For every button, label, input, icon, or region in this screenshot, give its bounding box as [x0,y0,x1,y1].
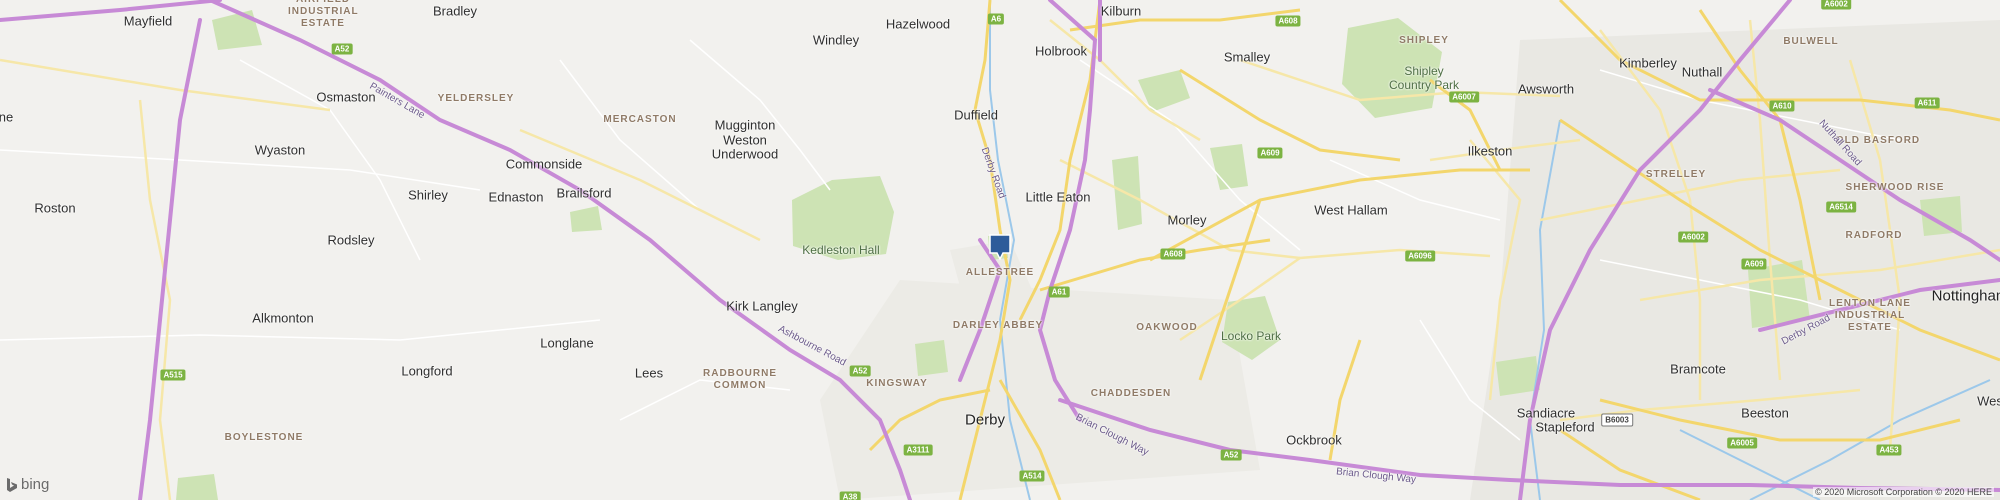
district-label: BULWELL [1783,36,1839,47]
location-pin-icon[interactable] [989,234,1011,261]
district-label: LENTON LANE INDUSTRIAL ESTATE [1829,298,1911,333]
district-label: DARLEY ABBEY [952,320,1044,331]
place-label: Ilkeston [1467,143,1513,159]
park-label: Shipley Country Park [1388,64,1460,92]
road-shield: A52 [331,43,353,55]
road-shield: A608 [1275,15,1301,27]
place-label: Brailsford [556,185,612,201]
place-label: Smalley [1223,49,1271,65]
road-shield: A453 [1876,444,1902,456]
place-label: Longford [401,363,453,379]
place-label: Beeston [1741,405,1789,421]
place-label: Windley [812,32,860,48]
road-shield: A61 [1048,286,1070,298]
road-shield: A6 [987,13,1005,25]
road-shield: A611 [1914,97,1940,109]
place-label: West Hallam [1314,202,1388,218]
bing-logo: bing [6,476,49,493]
district-label: RADFORD [1845,230,1903,241]
place-label: Rodsley [327,232,375,248]
place-label: Holbrook [1034,43,1088,59]
place-label: Kimberley [1619,55,1677,71]
road-shield: B6003 [1601,413,1633,427]
road-shield: A608 [1160,248,1186,260]
bing-brand-text: bing [21,476,50,493]
road-shield: A3111 [903,444,933,456]
district-label: CHADDESDEN [1090,388,1172,399]
bing-icon [7,477,17,492]
road-shield: A6005 [1727,437,1757,449]
place-label: Nottingham [1931,287,2000,305]
district-label: ALLESTREE [965,267,1035,278]
place-label: Hazelwood [885,16,951,32]
road-shield: A52 [1220,449,1242,461]
place-label: Bramcote [1670,361,1726,377]
place-label: Derby [964,411,1006,429]
road-shield: A6002 [1678,231,1708,243]
road-shield: A515 [160,369,186,381]
park-label: Locko Park [1220,329,1282,343]
road-shield: A6096 [1405,250,1435,262]
copyright-text: © 2020 Microsoft Corporation © 2020 HERE [1813,487,1994,497]
place-label: ne [0,109,14,125]
place-label: Sandiacre [1516,405,1576,421]
district-label: AIRFIELD INDUSTRIAL ESTATE [288,0,359,29]
place-label: Mugginton [714,117,776,133]
place-label: Awsworth [1517,81,1575,97]
place-label: Ednaston [488,189,544,205]
road-shield: A38 [839,491,861,500]
district-label: MERCASTON [603,114,677,125]
place-label: Longlane [540,335,594,351]
place-label: Shirley [408,187,448,203]
place-label: Mayfield [123,13,173,29]
district-label: OAKWOOD [1136,322,1198,333]
road-shield: A6007 [1449,91,1479,103]
district-label: KINGSWAY [866,378,928,389]
place-label: Stapleford [1535,419,1595,435]
district-label: YELDERSLEY [437,93,515,104]
place-label: Kilburn [1100,3,1142,19]
place-label: Lees [634,365,664,381]
road-shield: A6002 [1821,0,1851,10]
road-shield: A514 [1019,470,1045,482]
place-label: Little Eaton [1025,189,1091,205]
road-shield: A609 [1741,258,1767,270]
district-label: BOYLESTONE [224,432,304,443]
place-label: Duffield [954,107,998,123]
place-label: Wyaston [254,142,306,158]
district-label: SHERWOOD RISE [1845,182,1945,193]
place-label: Osmaston [316,89,376,105]
map-canvas[interactable]: Mayfield Bradley Windley Hazelwood Kilbu… [0,0,2000,500]
road-shield: A609 [1257,147,1283,159]
place-label: Underwood [711,146,779,162]
place-label: Weston [723,132,767,148]
place-label: Commonside [505,156,583,172]
place-label: Wes [1977,393,2000,409]
district-label: SHIPLEY [1399,35,1449,46]
place-label: Alkmonton [252,310,314,326]
place-label: Bradley [432,3,478,19]
park-label: Kedleston Hall [802,243,880,257]
district-label: RADBOURNE COMMON [703,368,777,391]
place-label: Kirk Langley [726,298,798,314]
place-label: Ockbrook [1286,432,1342,448]
road-shield: A610 [1769,100,1795,112]
district-label: STRELLEY [1645,169,1707,180]
road-shield: A52 [849,365,871,377]
place-label: Morley [1167,212,1207,228]
place-label: Roston [34,200,76,216]
road-shield: A6514 [1826,201,1856,213]
place-label: Nuthall [1681,64,1723,80]
